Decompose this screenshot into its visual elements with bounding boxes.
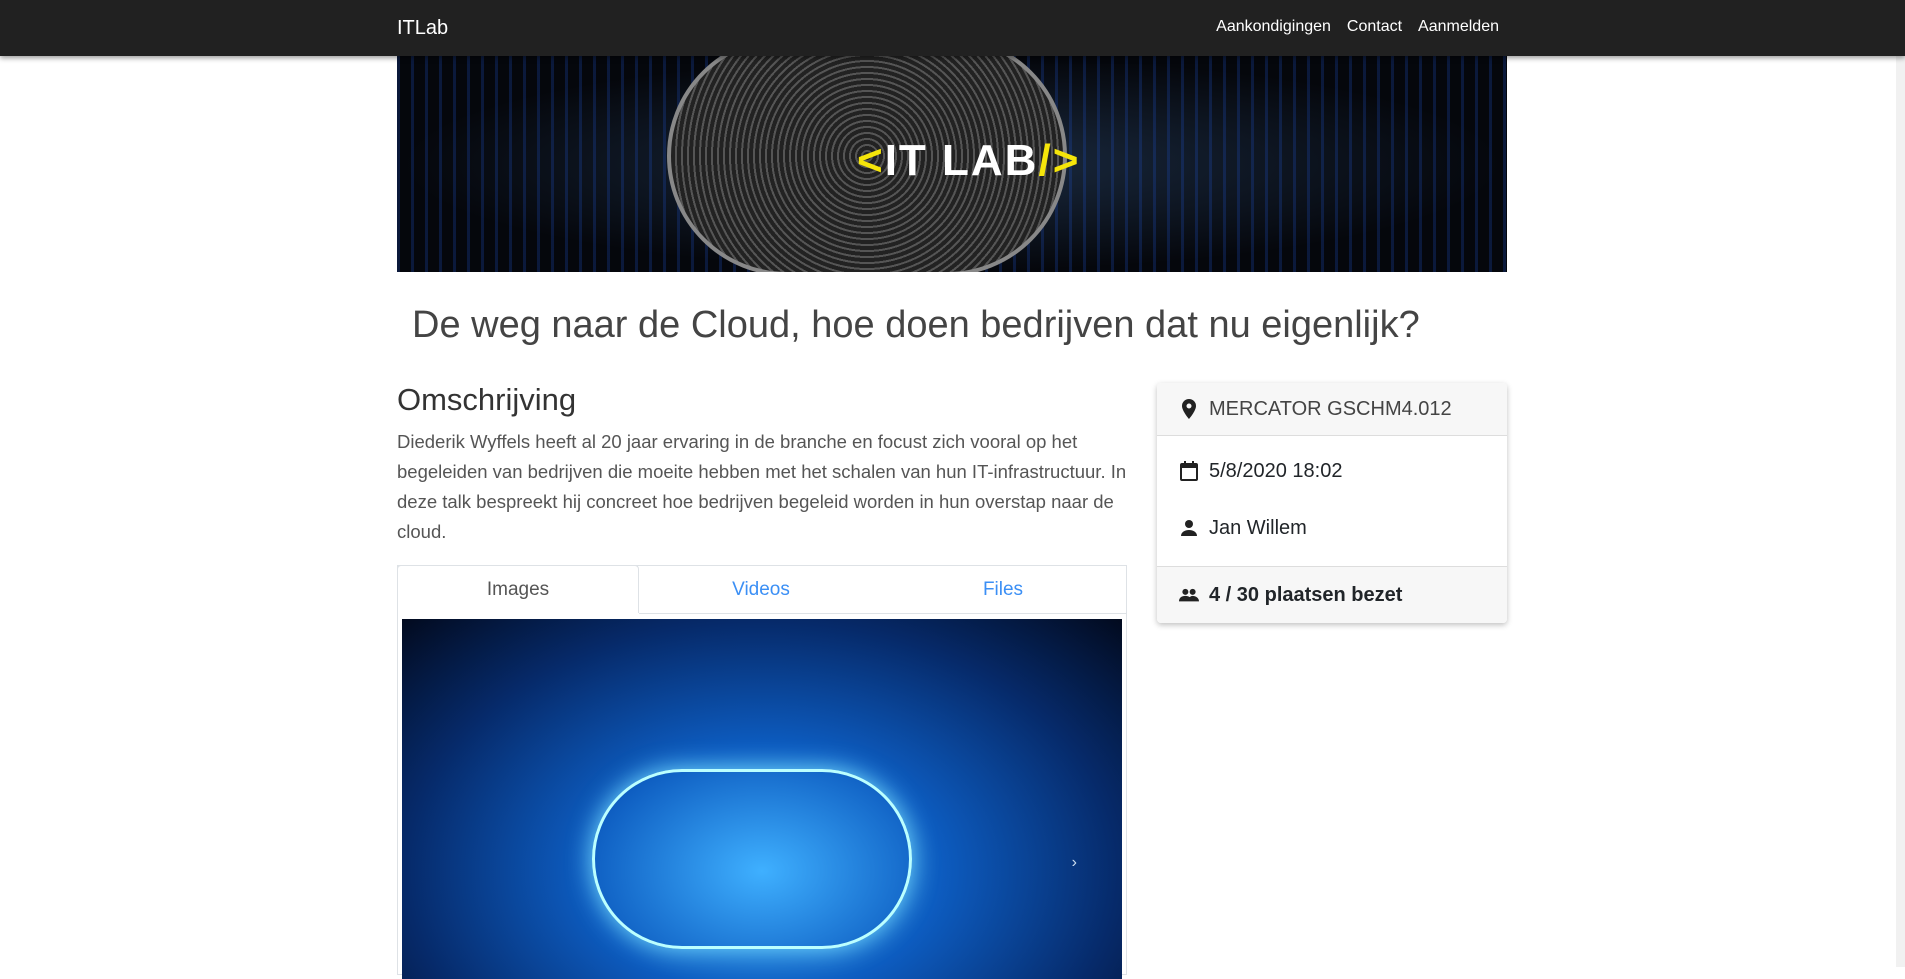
- description-text: Diederik Wyffels heeft al 20 jaar ervari…: [397, 431, 1127, 542]
- tab-videos[interactable]: Videos: [640, 566, 882, 614]
- nav-contact[interactable]: Contact: [1347, 18, 1402, 36]
- nav-aankondigingen[interactable]: Aankondigingen: [1216, 18, 1331, 36]
- location: MERCATOR GSCHM4.012: [1209, 397, 1452, 420]
- page-title: De weg naar de Cloud, hoe doen bedrijven…: [412, 304, 1420, 346]
- scrollbar[interactable]: [1896, 56, 1905, 967]
- datetime: 5/8/2020 18:02: [1209, 459, 1343, 482]
- seats-taken: 4 / 30 plaatsen bezet: [1209, 583, 1403, 606]
- chevron-right-icon[interactable]: ›: [1072, 854, 1077, 872]
- description-heading: Omschrijving: [397, 382, 577, 417]
- location-pin-icon: [1179, 399, 1199, 419]
- cloud-graphic: [592, 769, 912, 949]
- banner-image: <IT LAB/>: [397, 56, 1507, 272]
- speaker: Jan Willem: [1209, 516, 1307, 539]
- carousel-image[interactable]: ›: [402, 619, 1122, 979]
- media-tabs: Images Videos Files ›: [397, 565, 1127, 979]
- tab-files[interactable]: Files: [882, 566, 1124, 614]
- people-icon: [1179, 588, 1199, 602]
- navbar: ITLab Aankondigingen Contact Aanmelden: [0, 0, 1905, 56]
- calendar-icon: [1179, 461, 1199, 481]
- person-icon: [1179, 520, 1199, 536]
- nav-aanmelden[interactable]: Aanmelden: [1418, 18, 1499, 36]
- tab-images[interactable]: Images: [397, 565, 639, 613]
- brand-link[interactable]: ITLab: [397, 17, 448, 40]
- itlab-logo: <IT LAB/>: [857, 136, 1081, 185]
- event-info-card: MERCATOR GSCHM4.012 5/8/2020 18:02 Jan W…: [1157, 383, 1507, 623]
